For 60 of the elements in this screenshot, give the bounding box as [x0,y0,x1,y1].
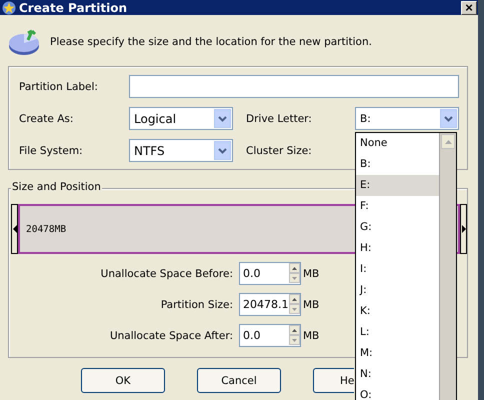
chevron-down-icon [218,148,227,154]
star-icon [2,0,16,14]
window-title: Create Partition [19,0,128,14]
triangle-down-icon [292,338,297,342]
dropdown-option[interactable]: G: [356,217,439,238]
triangle-down-icon [292,276,297,280]
triangle-up-icon [444,140,452,144]
dialog-button[interactable]: He [313,368,354,393]
spinner-label: Partition Size: [160,298,234,310]
dropdown-button[interactable] [214,109,231,128]
triangle-up-icon [292,266,297,270]
dropdown-option[interactable]: O: [356,385,439,400]
number-spinner[interactable]: 0.0 [239,262,301,285]
chevron-down-icon [218,116,227,122]
dropdown-option[interactable]: M: [356,343,439,364]
triangle-down-icon [292,308,297,310]
file-system-dropdown[interactable]: NTFS [129,139,233,162]
cluster-size-label: Cluster Size: [245,144,313,156]
dropdown-option[interactable]: N: [356,364,439,385]
triangle-up-icon [292,328,297,332]
instruction-text: Please specify the size and the location for the new partition. [50,36,372,48]
dropdown-option[interactable]: B: [356,154,439,175]
dropdown-button[interactable] [440,109,457,128]
right-resize-handle[interactable] [460,204,467,254]
unit-text: MB [302,268,320,280]
group-title: Size and Position [11,181,102,193]
dialog-button[interactable]: OK [81,368,165,393]
dialog-button[interactable]: Cancel [197,368,281,393]
drive-letter-label: Drive Letter: [245,112,313,124]
unit-text: MB [302,330,320,342]
dropdown-option[interactable]: K: [356,301,439,322]
spinner-label: Unallocate Space Before: [100,268,234,280]
partition-size-text: 20478MB [26,224,66,234]
dropdown-option[interactable]: J: [356,280,439,301]
triangle-up-icon [292,298,297,300]
spin-up-button[interactable] [289,263,300,273]
triangle-right-icon [462,225,466,233]
number-spinner[interactable]: 20478.1 [239,293,301,316]
unit-text: MB [302,298,320,310]
pie-chart-icon [8,27,42,57]
drive-letter-dropdown[interactable]: B: [355,107,459,130]
number-spinner[interactable]: 0.0 [239,324,301,347]
partition-label-field[interactable] [129,75,459,98]
close-button[interactable]: × [461,0,477,14]
dropdown-button[interactable] [214,141,231,160]
create-as-dropdown[interactable]: Logical [129,107,233,130]
chevron-down-icon [444,116,453,122]
triangle-left-icon [12,225,16,233]
spin-up-button[interactable] [289,325,300,335]
spin-up-button[interactable] [289,294,300,304]
spinner-label: Unallocate Space After: [108,330,234,342]
dropdown-option[interactable]: E: [356,175,439,196]
file-system-label: File System: [19,144,84,156]
dropdown-option[interactable]: L: [356,322,439,343]
partition-label-label: Partition Label: [19,80,99,92]
create-as-label: Create As: [19,112,74,124]
dropdown-option[interactable]: None [356,133,439,154]
dropdown-option[interactable]: I: [356,259,439,280]
scrollbar[interactable] [439,133,456,400]
left-resize-handle[interactable] [11,204,18,254]
